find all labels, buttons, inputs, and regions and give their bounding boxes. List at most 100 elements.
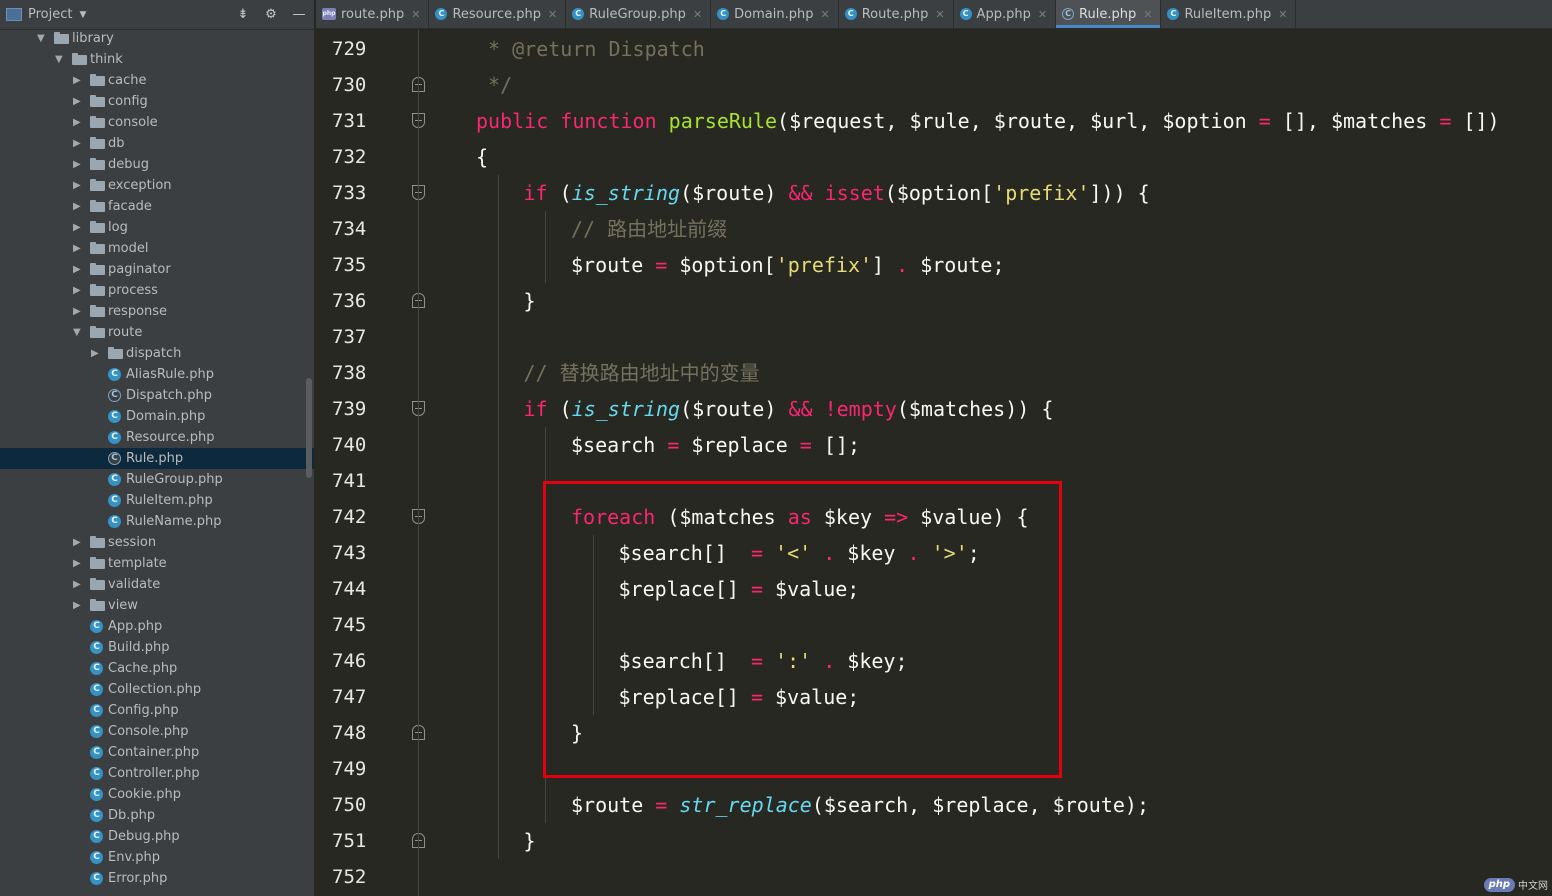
expanded-arrow-icon[interactable]: ▼	[37, 28, 45, 49]
collapsed-arrow-icon[interactable]: ▶	[73, 574, 81, 595]
close-icon[interactable]: ✕	[820, 8, 829, 21]
tree-folder[interactable]: ▶ exception	[0, 175, 314, 196]
tree-file[interactable]: C App.php	[0, 616, 314, 637]
tree-folder[interactable]: ▶ process	[0, 280, 314, 301]
tree-folder[interactable]: ▶ facade	[0, 196, 314, 217]
tree-file[interactable]: C Collection.php	[0, 679, 314, 700]
collapsed-arrow-icon[interactable]: ▶	[73, 301, 81, 322]
tree-folder[interactable]: ▶ log	[0, 217, 314, 238]
tree-file[interactable]: C RuleName.php	[0, 511, 314, 532]
tree-file[interactable]: C Build.php	[0, 637, 314, 658]
tree-file[interactable]: C Controller.php	[0, 763, 314, 784]
collapsed-arrow-icon[interactable]: ▶	[73, 532, 81, 553]
expanded-arrow-icon[interactable]: ▼	[73, 322, 81, 343]
chevron-down-icon[interactable]: ▼	[79, 10, 86, 20]
tree-file[interactable]: C Cookie.php	[0, 784, 314, 805]
collapsed-arrow-icon[interactable]: ▶	[73, 595, 81, 616]
tree-file[interactable]: C Container.php	[0, 742, 314, 763]
collapsed-arrow-icon[interactable]: ▶	[73, 196, 81, 217]
collapsed-arrow-icon[interactable]: ▶	[73, 154, 81, 175]
code-line[interactable]: public function parseRule($request, $rul…	[476, 103, 1500, 139]
tree-folder[interactable]: ▶ db	[0, 133, 314, 154]
tree-folder[interactable]: ▶ model	[0, 238, 314, 259]
collapse-all-icon[interactable]: ⇟	[236, 7, 250, 23]
tree-file[interactable]: C Cache.php	[0, 658, 314, 679]
tree-folder[interactable]: ▼ library	[0, 28, 314, 49]
tree-file[interactable]: C Rule.php	[0, 448, 314, 469]
tree-node-label: App.php	[108, 619, 163, 634]
gear-icon[interactable]: ⚙	[264, 7, 278, 23]
tree-folder[interactable]: ▶ paginator	[0, 259, 314, 280]
tree-folder[interactable]: ▶ response	[0, 301, 314, 322]
project-panel-header[interactable]: Project ▼ ⇟ ⚙ —	[0, 0, 314, 30]
collapsed-arrow-icon[interactable]: ▶	[91, 343, 99, 364]
code-line[interactable]: if (is_string($route) && isset($option['…	[524, 175, 1150, 211]
tree-folder[interactable]: ▶ dispatch	[0, 343, 314, 364]
code-line[interactable]: {	[476, 139, 488, 175]
tree-folder[interactable]: ▶ config	[0, 91, 314, 112]
tree-file[interactable]: C Env.php	[0, 847, 314, 868]
tree-file[interactable]: C RuleGroup.php	[0, 469, 314, 490]
tree-file[interactable]: C Resource.php	[0, 427, 314, 448]
close-icon[interactable]: ✕	[548, 8, 557, 21]
collapsed-arrow-icon[interactable]: ▶	[73, 175, 81, 196]
tree-file[interactable]: C Console.php	[0, 721, 314, 742]
editor-tab[interactable]: C Resource.php ✕	[429, 0, 567, 28]
code-token: .	[896, 253, 909, 277]
collapsed-arrow-icon[interactable]: ▶	[73, 112, 81, 133]
editor-tab[interactable]: C RuleGroup.php ✕	[566, 0, 712, 28]
code-line[interactable]: }	[524, 823, 536, 859]
close-icon[interactable]: ✕	[1278, 8, 1287, 21]
close-icon[interactable]: ✕	[411, 8, 420, 21]
code-line[interactable]: // 路由地址前缀	[571, 211, 727, 247]
tree-folder[interactable]: ▶ session	[0, 532, 314, 553]
tree-file[interactable]: C Config.php	[0, 700, 314, 721]
minimize-icon[interactable]: —	[292, 7, 306, 23]
tree-folder[interactable]: ▶ debug	[0, 154, 314, 175]
collapsed-arrow-icon[interactable]: ▶	[73, 553, 81, 574]
code-line[interactable]: // 替换路由地址中的变量	[524, 355, 760, 391]
editor-tab[interactable]: C Rule.php ✕	[1056, 0, 1162, 28]
tree-folder[interactable]: ▶ validate	[0, 574, 314, 595]
code-line[interactable]: $route = $option['prefix'] . $route;	[571, 247, 1005, 283]
collapsed-arrow-icon[interactable]: ▶	[73, 70, 81, 91]
tree-file[interactable]: C Dispatch.php	[0, 385, 314, 406]
collapsed-arrow-icon[interactable]: ▶	[73, 91, 81, 112]
close-icon[interactable]: ✕	[693, 8, 702, 21]
editor-tab[interactable]: C Route.php ✕	[839, 0, 954, 28]
project-scrollbar[interactable]	[306, 378, 312, 478]
collapsed-arrow-icon[interactable]: ▶	[73, 259, 81, 280]
editor-tab[interactable]: C RuleItem.php ✕	[1161, 0, 1297, 28]
editor-tab[interactable]: C Domain.php ✕	[711, 0, 839, 28]
code-line[interactable]: */	[476, 67, 512, 103]
editor-tab[interactable]: C App.php ✕	[954, 0, 1057, 28]
collapsed-arrow-icon[interactable]: ▶	[73, 280, 81, 301]
collapsed-arrow-icon[interactable]: ▶	[73, 133, 81, 154]
collapsed-arrow-icon[interactable]: ▶	[73, 217, 81, 238]
close-icon[interactable]: ✕	[1143, 8, 1152, 21]
tree-file[interactable]: C Domain.php	[0, 406, 314, 427]
tree-folder[interactable]: ▶ cache	[0, 70, 314, 91]
tree-folder[interactable]: ▼ route	[0, 322, 314, 343]
code-line[interactable]: if (is_string($route) && !empty($matches…	[524, 391, 1054, 427]
tree-file[interactable]: C Debug.php	[0, 826, 314, 847]
tree-file[interactable]: C Db.php	[0, 805, 314, 826]
close-icon[interactable]: ✕	[935, 8, 944, 21]
tree-file[interactable]: C AliasRule.php	[0, 364, 314, 385]
tree-folder[interactable]: ▶ console	[0, 112, 314, 133]
close-icon[interactable]: ✕	[1038, 8, 1047, 21]
tree-folder[interactable]: ▶ view	[0, 595, 314, 616]
tree-file[interactable]: C RuleItem.php	[0, 490, 314, 511]
code-line[interactable]: $route = str_replace($search, $replace, …	[571, 787, 1149, 823]
tree-folder[interactable]: ▶ template	[0, 553, 314, 574]
line-number: 752	[332, 866, 367, 888]
code-line[interactable]: * @return Dispatch	[476, 31, 705, 67]
project-panel-title[interactable]: Project	[28, 7, 72, 22]
code-line[interactable]: $search = $replace = [];	[571, 427, 860, 463]
tree-file[interactable]: C Error.php	[0, 868, 314, 889]
editor-tab[interactable]: php route.php ✕	[316, 0, 430, 28]
tree-folder[interactable]: ▼ think	[0, 49, 314, 70]
code-line[interactable]: }	[524, 283, 536, 319]
expanded-arrow-icon[interactable]: ▼	[55, 49, 63, 70]
collapsed-arrow-icon[interactable]: ▶	[73, 238, 81, 259]
